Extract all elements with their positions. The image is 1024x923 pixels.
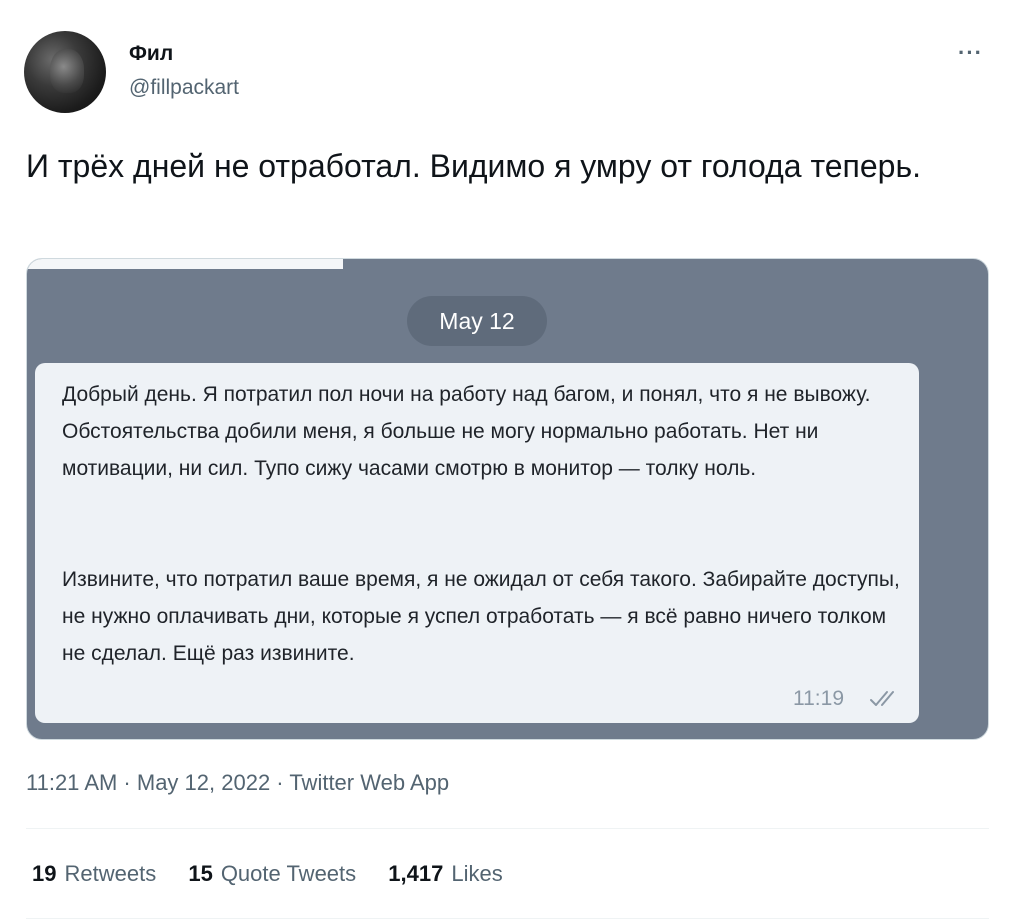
chat-date-pill: May 12	[407, 296, 547, 346]
retweets-label: Retweets	[64, 861, 157, 886]
tweet-text: И трёх дней не отработал. Видимо я умру …	[26, 148, 922, 184]
avatar[interactable]	[24, 31, 106, 113]
message-time: 11:19	[793, 687, 844, 710]
divider	[26, 828, 989, 829]
media-top-strip	[27, 259, 343, 269]
likes-stat[interactable]: 1,417 Likes	[388, 861, 502, 887]
message-paragraph-1: Добрый день. Я потратил пол ночи на рабо…	[62, 383, 871, 480]
retweets-stat[interactable]: 19 Retweets	[32, 861, 156, 887]
tweet-stats: 19 Retweets 15 Quote Tweets 1,417 Likes	[32, 861, 529, 887]
message-paragraph-2: Извините, что потратил ваше время, я не …	[62, 568, 900, 665]
user-handle[interactable]: @fillpackart	[129, 76, 239, 100]
tweet-media-image[interactable]: May 12 Добрый день. Я потратил пол ночи …	[26, 258, 989, 740]
user-name[interactable]: Фил	[129, 42, 173, 66]
retweets-count: 19	[32, 861, 57, 886]
double-check-icon	[870, 691, 894, 706]
likes-count: 1,417	[388, 861, 444, 886]
tweet-meta[interactable]: 11:21 AM · May 12, 2022 · Twitter Web Ap…	[26, 770, 449, 796]
quote-tweets-stat[interactable]: 15 Quote Tweets	[188, 861, 356, 887]
quote-tweets-count: 15	[188, 861, 213, 886]
quote-tweets-label: Quote Tweets	[220, 861, 357, 886]
likes-label: Likes	[451, 861, 503, 886]
more-options-icon[interactable]: ···	[958, 40, 983, 66]
chat-message-bubble: Добрый день. Я потратил пол ночи на рабо…	[35, 363, 919, 723]
divider	[26, 918, 989, 919]
